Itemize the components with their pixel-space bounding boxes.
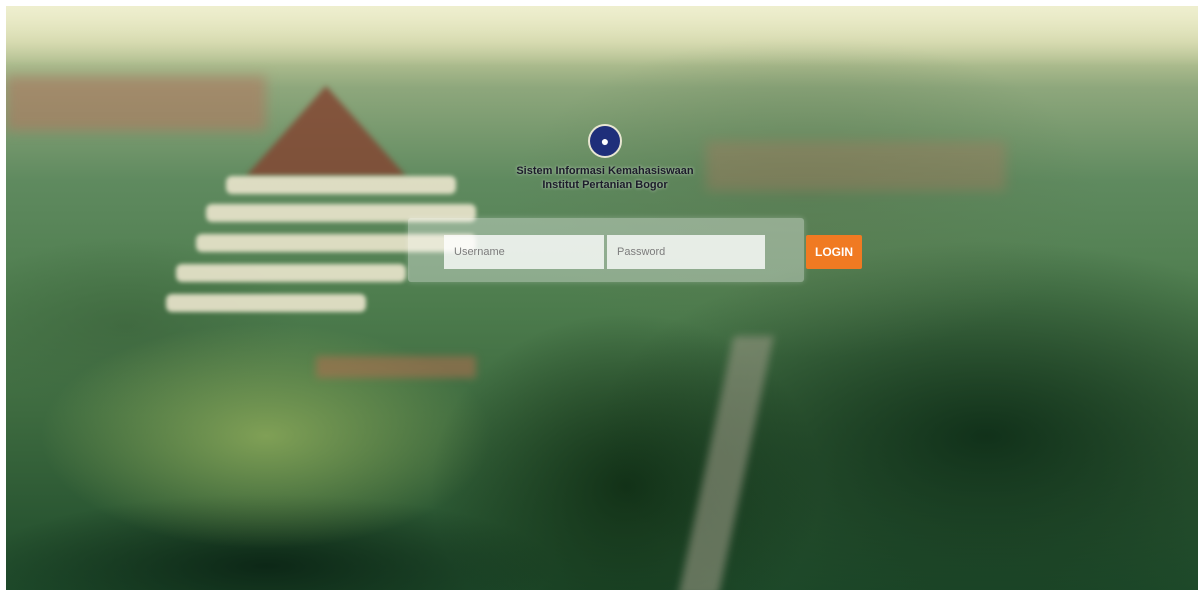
background-campus-photo [6, 6, 1198, 590]
road [678, 336, 774, 590]
password-input[interactable] [607, 235, 765, 269]
sky-haze [6, 6, 1198, 66]
brand-header: ● Sistem Informasi Kemahasiswaan Institu… [500, 124, 710, 192]
university-seal-icon: ● [588, 124, 622, 158]
login-panel [408, 218, 804, 282]
username-input[interactable] [444, 235, 604, 269]
login-button[interactable]: LOGIN [806, 235, 862, 269]
path [316, 356, 476, 378]
distant-buildings-right [706, 141, 1006, 191]
distant-buildings [6, 76, 266, 131]
brand-title-line1: Sistem Informasi Kemahasiswaan [516, 165, 694, 177]
brand-title-line2: Institut Pertanian Bogor [542, 179, 668, 191]
